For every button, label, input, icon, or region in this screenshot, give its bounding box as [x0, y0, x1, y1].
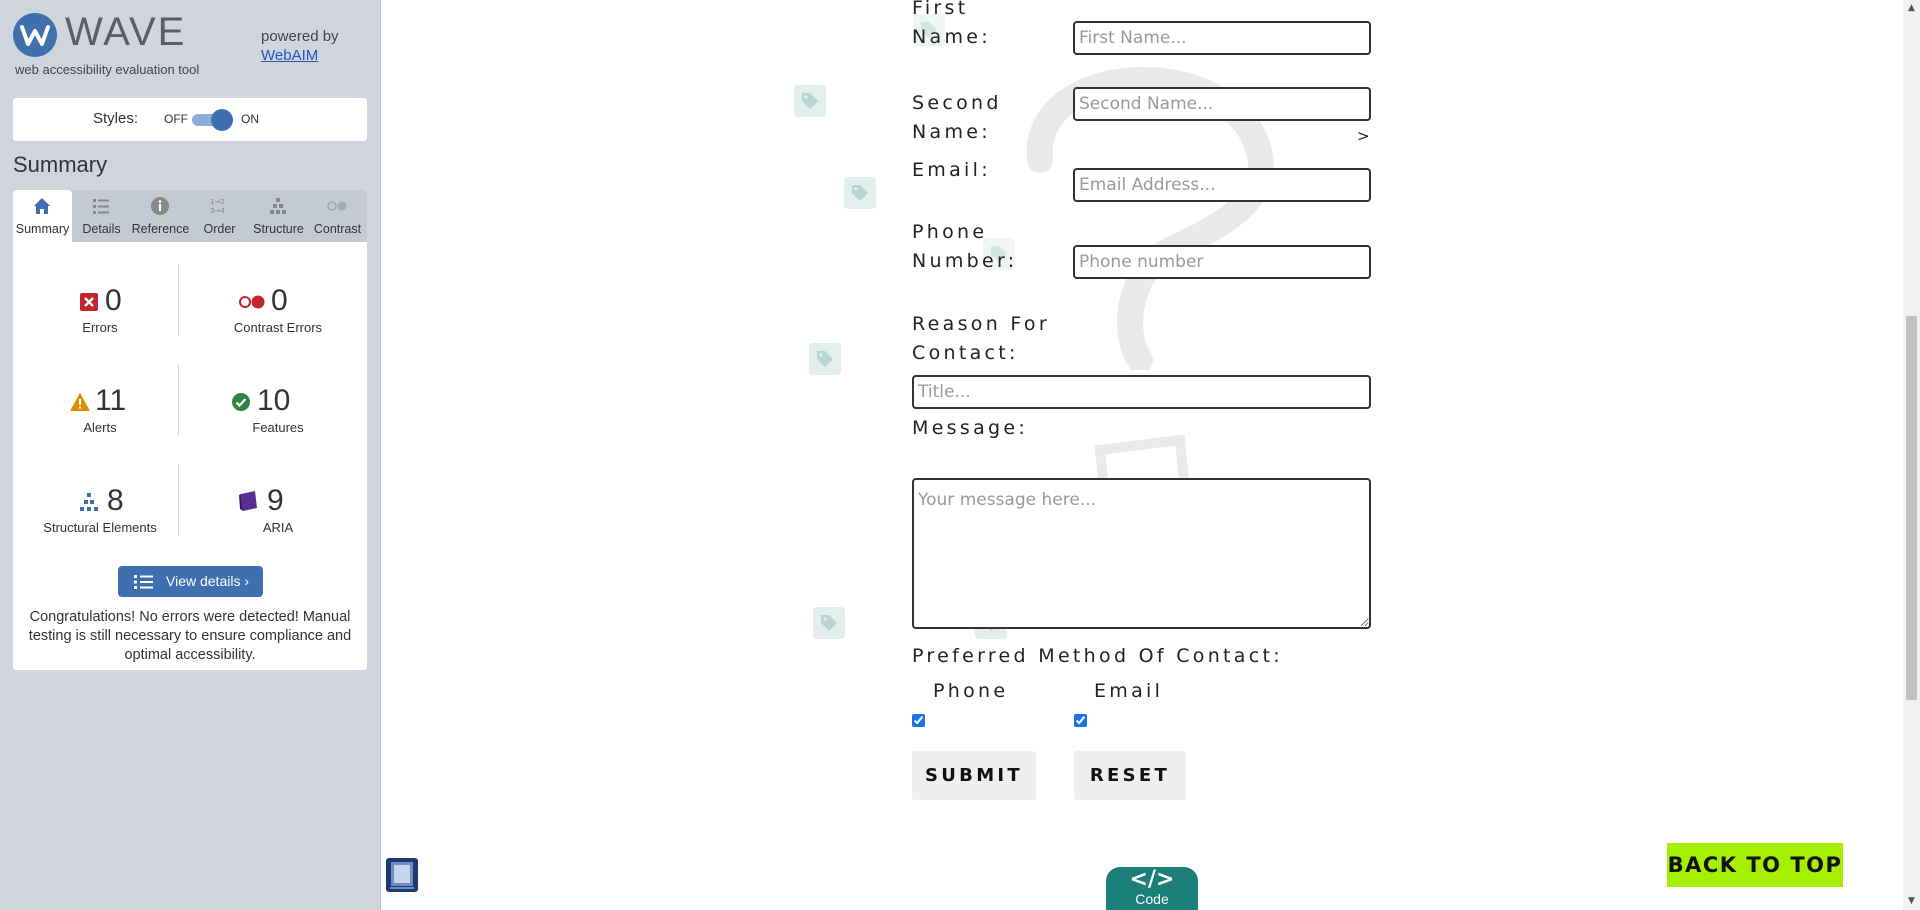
code-tab-label: Code: [1135, 891, 1169, 907]
list-icon: [134, 575, 153, 589]
code-icon: </>: [1129, 867, 1175, 892]
view-details-button[interactable]: View details ›: [118, 566, 263, 597]
svg-text:1→2: 1→2: [210, 198, 225, 206]
styles-toggle-box: Styles: OFF ON: [13, 98, 367, 141]
code-view-icon[interactable]: [385, 857, 419, 893]
stat-aria[interactable]: 9 ARIA: [203, 482, 353, 535]
list-icon: [93, 199, 109, 214]
wave-tag-icon[interactable]: [813, 607, 845, 639]
phone-checkbox[interactable]: [912, 714, 925, 727]
scroll-up-icon[interactable]: ▲: [1903, 0, 1920, 17]
info-icon: [151, 197, 169, 215]
error-icon: [80, 293, 98, 311]
stat-errors[interactable]: 0 Errors: [25, 282, 175, 335]
phone-number-label: Phone Number:: [912, 221, 1018, 272]
wave-header: WAVE web accessibility evaluation tool p…: [0, 0, 380, 80]
view-details-label: View details ›: [166, 573, 250, 589]
structure-icon: [270, 198, 286, 214]
wave-logo-icon[interactable]: [13, 13, 57, 57]
submit-button[interactable]: SUBMIT: [912, 751, 1036, 800]
tab-structure[interactable]: Structure: [249, 190, 308, 242]
page-scrollbar[interactable]: ▲ ▼: [1903, 0, 1920, 910]
preferred-contact-label: Preferred Method Of Contact:: [912, 645, 1283, 667]
first-name-input[interactable]: [1073, 21, 1371, 55]
email-option-label: Email: [1094, 680, 1164, 702]
code-panel-toggle[interactable]: </> Code: [1106, 867, 1198, 910]
feature-icon: [232, 393, 250, 411]
alerts-label: Alerts: [83, 420, 117, 435]
tab-reference[interactable]: Reference: [131, 190, 190, 242]
reset-button[interactable]: RESET: [1074, 751, 1186, 800]
email-input[interactable]: [1073, 168, 1371, 202]
stat-contrast-errors[interactable]: 0 Contrast Errors: [203, 282, 353, 335]
structural-label: Structural Elements: [43, 520, 157, 535]
errors-label: Errors: [82, 320, 118, 335]
tab-details[interactable]: Details: [72, 190, 131, 242]
order-icon: 1→2 3→4: [210, 198, 225, 215]
divider: [178, 364, 179, 436]
aria-count: 9: [267, 484, 284, 517]
tab-label: Structure: [253, 222, 304, 236]
tab-label: Order: [203, 222, 236, 236]
scroll-down-icon[interactable]: ▼: [1903, 893, 1920, 910]
wave-tag-icon[interactable]: [794, 85, 826, 117]
scroll-thumb[interactable]: [1906, 316, 1917, 700]
styles-on-label: ON: [241, 112, 259, 126]
tab-label: Contrast: [313, 222, 362, 236]
aria-label: ARIA: [262, 520, 294, 535]
tab-summary[interactable]: Summary: [13, 190, 72, 242]
divider: [178, 264, 179, 336]
tab-label: Reference: [131, 222, 190, 236]
phone-number-input[interactable]: [1073, 245, 1371, 279]
wave-tag-icon[interactable]: [844, 177, 876, 209]
contrast-error-icon: [239, 295, 265, 309]
summary-panel: 0 Errors 0 Contrast Errors 11 Alerts 10 …: [13, 242, 367, 670]
divider: [178, 464, 179, 536]
contrast-errors-label: Contrast Errors: [233, 320, 323, 335]
wave-sidebar: WAVE web accessibility evaluation tool p…: [0, 0, 418, 910]
tab-contrast[interactable]: Contrast: [308, 190, 367, 242]
stat-features[interactable]: 10 Features: [203, 382, 353, 435]
back-to-top-button[interactable]: BACK TO TOP: [1667, 843, 1843, 887]
contrast-errors-count: 0: [271, 284, 288, 317]
contrast-icon: [327, 201, 347, 211]
tab-order[interactable]: 1→2 3→4 Order: [190, 190, 249, 242]
stat-alerts[interactable]: 11 Alerts: [25, 382, 175, 435]
first-name-label: First Name:: [912, 0, 991, 48]
phone-option-label: Phone: [933, 680, 1009, 702]
stat-structural[interactable]: 8 Structural Elements: [25, 482, 175, 535]
wave-subtitle: web accessibility evaluation tool: [15, 62, 200, 77]
styles-off-label: OFF: [164, 112, 188, 126]
reason-input[interactable]: [912, 375, 1371, 409]
structural-count: 8: [107, 484, 124, 517]
email-checkbox[interactable]: [1074, 714, 1087, 727]
wave-tabbar: Summary Details Reference 1→2 3→4 Order: [13, 190, 367, 242]
reason-label: Reason For Contact:: [912, 313, 1050, 364]
second-name-input[interactable]: [1073, 87, 1371, 121]
features-count: 10: [257, 384, 291, 417]
aria-icon: [239, 491, 257, 511]
styles-toggle-knob[interactable]: [211, 109, 233, 131]
wave-tag-icon[interactable]: [809, 343, 841, 375]
alert-icon: [70, 393, 90, 411]
errors-count: 0: [105, 284, 122, 317]
email-label: Email:: [912, 159, 991, 181]
styles-label: Styles:: [93, 110, 139, 127]
powered-by-text: powered by: [261, 28, 339, 45]
summary-heading: Summary: [13, 152, 108, 177]
structure-icon: [80, 493, 98, 511]
second-name-label: Second Name:: [912, 92, 1002, 143]
alerts-count: 11: [95, 384, 127, 417]
stray-text: >: [1357, 127, 1370, 145]
svg-text:3→4: 3→4: [210, 207, 225, 215]
wave-title: WAVE: [65, 10, 187, 54]
congrats-message: Congratulations! No errors were detected…: [28, 609, 352, 663]
features-label: Features: [252, 420, 304, 435]
message-label: Message:: [912, 417, 1029, 439]
webaim-link[interactable]: WebAIM: [261, 47, 318, 64]
home-icon: [34, 198, 50, 214]
tab-label: Summary: [15, 222, 70, 236]
tab-label: Details: [82, 222, 121, 236]
message-textarea[interactable]: [912, 478, 1371, 629]
